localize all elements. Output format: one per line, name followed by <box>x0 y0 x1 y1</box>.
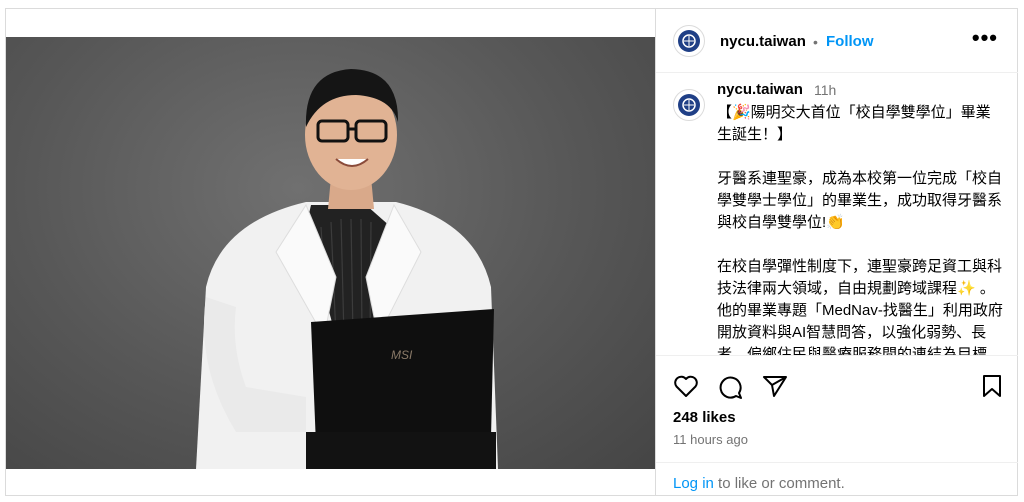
post-header: nycu.taiwan • Follow ••• <box>656 9 1018 73</box>
post-timestamp[interactable]: 11 hours ago <box>673 432 748 447</box>
person-photo: MSI <box>196 69 498 469</box>
follow-button[interactable]: Follow <box>826 33 874 50</box>
login-link[interactable]: Log in <box>673 475 714 492</box>
caption-avatar[interactable] <box>673 89 705 121</box>
nycu-logo-icon <box>682 98 696 112</box>
actions-section: 248 likes 11 hours ago Log in to like or… <box>656 355 1018 496</box>
avatar[interactable] <box>673 25 705 57</box>
post-time-short[interactable]: 11h <box>814 82 836 98</box>
comment-icon[interactable] <box>717 374 743 405</box>
more-options-icon[interactable]: ••• <box>972 27 998 49</box>
likes-count[interactable]: 248 likes <box>673 409 736 426</box>
header-username[interactable]: nycu.taiwan <box>720 33 806 50</box>
heart-icon[interactable] <box>673 374 699 403</box>
login-prompt: Log in to like or comment. <box>656 462 1018 497</box>
post-image[interactable]: MSI <box>6 37 655 469</box>
post-side-panel: nycu.taiwan • Follow ••• nycu.taiwan 11h… <box>655 9 1018 495</box>
login-prompt-text: to like or comment. <box>713 475 845 492</box>
bookmark-icon[interactable] <box>981 374 1003 403</box>
separator-dot: • <box>813 34 818 50</box>
share-icon[interactable] <box>762 374 788 403</box>
post-container: MSI nycu.taiwan • Follow ••• nycu.taiwan… <box>5 8 1018 496</box>
caption-username[interactable]: nycu.taiwan <box>717 81 803 98</box>
post-caption: 【🎉陽明交大首位「校自學雙學位」畢業生誕生！】 牙醫系連聖豪，成為本校第一位完成… <box>717 104 1003 355</box>
caption-area: nycu.taiwan 11h 【🎉陽明交大首位「校自學雙學位」畢業生誕生！】 … <box>656 73 1018 355</box>
laptop-logo: MSI <box>391 348 413 362</box>
nycu-logo-icon <box>682 34 696 48</box>
